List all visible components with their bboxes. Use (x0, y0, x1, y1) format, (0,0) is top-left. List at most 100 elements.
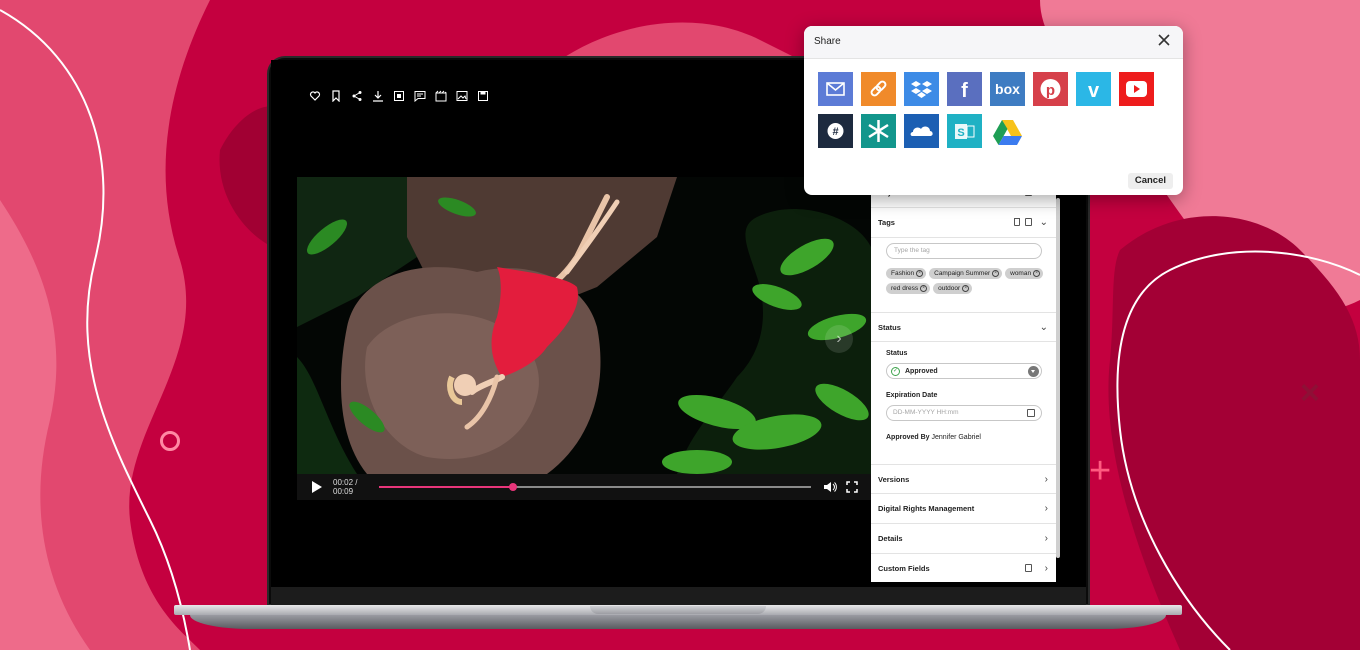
details-section-header[interactable]: Details › (871, 524, 1056, 554)
calendar-icon[interactable] (1027, 409, 1035, 417)
next-asset-button[interactable]: › (825, 325, 853, 353)
chevron-right-icon: › (1044, 474, 1048, 485)
remove-tag-icon[interactable]: × (916, 270, 924, 277)
slack-share-icon[interactable]: # (818, 114, 853, 148)
link-share-icon[interactable] (861, 72, 896, 106)
tag-label: Campaign Summer (934, 270, 991, 277)
approved-by: Approved By Jennifer Gabriel (886, 434, 981, 441)
time-readout: 00:02 / 00:09 (333, 478, 358, 496)
decorative-ring (160, 431, 180, 451)
decorative-x: × (1300, 374, 1320, 412)
chevron-right-icon: › (1044, 503, 1048, 514)
cancel-button[interactable]: Cancel (1127, 173, 1173, 189)
approved-by-value: Jennifer Gabriel (931, 434, 981, 441)
bookmark-icon[interactable] (328, 88, 344, 104)
tag-label: outdoor (938, 285, 961, 292)
custom-fields-title: Custom Fields (878, 564, 930, 573)
save-icon[interactable] (475, 88, 491, 104)
seek-bar[interactable] (379, 483, 811, 491)
tag-chip: red dress × (886, 283, 931, 294)
copy-icon[interactable] (1025, 564, 1032, 572)
tag-chip: Campaign Summer × (929, 268, 1003, 279)
drm-title: Digital Rights Management (878, 504, 975, 513)
drm-section-header[interactable]: Digital Rights Management › (871, 494, 1056, 524)
share-dialog: Share f box p v # S Cancel (804, 26, 1183, 195)
tag-label: red dress (891, 285, 919, 292)
video-clip-icon[interactable] (433, 88, 449, 104)
image-icon[interactable] (454, 88, 470, 104)
asset-toolbar (307, 88, 491, 104)
laptop-notch (590, 606, 766, 614)
tags-section-header[interactable]: Tags ⌄ (871, 208, 1056, 238)
asset-preview-image (297, 177, 871, 474)
expiration-date-input[interactable]: DD-MM-YYYY HH:mm (886, 405, 1042, 421)
svg-text:box: box (995, 81, 1020, 97)
status-select[interactable]: ✓ Approved (886, 363, 1042, 379)
svg-text:f: f (961, 80, 968, 102)
dialog-title: Share (814, 36, 841, 47)
status-section-header[interactable]: Status ⌄ (871, 312, 1056, 342)
expiration-placeholder: DD-MM-YYYY HH:mm (893, 409, 959, 416)
share-icon[interactable] (349, 88, 365, 104)
tag-label: Fashion (891, 270, 915, 277)
sharepoint-share-icon[interactable]: S (947, 114, 982, 148)
svg-text:p: p (1046, 82, 1055, 99)
remove-tag-icon[interactable]: × (962, 285, 970, 292)
dropdown-caret-icon (1028, 365, 1039, 377)
versions-section-header[interactable]: Versions › (871, 464, 1056, 494)
pinterest-share-icon[interactable]: p (1033, 72, 1068, 106)
chevron-right-icon: › (1044, 533, 1048, 544)
close-icon[interactable] (1157, 33, 1171, 47)
tags-section-title: Tags (878, 218, 895, 227)
volume-icon[interactable] (819, 474, 841, 500)
tag-chip: Fashion × (886, 268, 927, 279)
chevron-up-icon[interactable]: ⌄ (1040, 208, 1048, 238)
crop-icon[interactable] (391, 88, 407, 104)
tag-chip: outdoor × (933, 283, 973, 294)
svg-text:v: v (1088, 80, 1100, 102)
google-drive-share-icon[interactable] (990, 114, 1025, 148)
seek-handle[interactable] (508, 483, 517, 491)
svg-text:#: # (832, 126, 838, 138)
youtube-share-icon[interactable] (1119, 72, 1154, 106)
facebook-share-icon[interactable]: f (947, 72, 982, 106)
tag-list: Fashion × Campaign Summer × woman × red dre… (886, 268, 1046, 294)
svg-text:S: S (957, 127, 964, 139)
add-to-collection-icon[interactable] (307, 88, 323, 104)
laptop-bezel (271, 587, 1086, 606)
onedrive-share-icon[interactable] (904, 114, 939, 148)
chevron-right-icon: › (1044, 563, 1048, 574)
tag-chip: woman × (1005, 268, 1044, 279)
status-label: Status (886, 350, 908, 357)
video-controls: 00:02 / 00:09 (297, 474, 871, 500)
share-services: f box p v # S (818, 72, 1168, 148)
status-value: Approved (905, 367, 938, 375)
delete-icon[interactable] (1014, 218, 1020, 226)
remove-tag-icon[interactable]: × (1033, 270, 1041, 277)
dialog-header: Share (804, 26, 1183, 59)
custom-fields-section-header[interactable]: Custom Fields › (871, 554, 1056, 582)
remove-tag-icon[interactable]: × (992, 270, 1000, 277)
check-circle-icon: ✓ (891, 366, 900, 376)
vimeo-share-icon[interactable]: v (1076, 72, 1111, 106)
panel-scrollbar[interactable] (1056, 198, 1060, 558)
play-button[interactable] (307, 474, 329, 500)
download-icon[interactable] (370, 88, 386, 104)
comment-icon[interactable] (412, 88, 428, 104)
versions-title: Versions (878, 475, 910, 484)
integration-share-icon[interactable] (861, 114, 896, 148)
remove-tag-icon[interactable]: × (920, 285, 928, 292)
tag-input[interactable]: Type the tag (886, 243, 1042, 259)
copy-icon[interactable] (1025, 218, 1032, 226)
seek-progress (379, 486, 513, 488)
details-title: Details (878, 534, 903, 543)
status-section-title: Status (878, 323, 901, 332)
chevron-up-icon: ⌄ (1039, 322, 1048, 333)
fullscreen-icon[interactable] (841, 474, 863, 500)
dropbox-share-icon[interactable] (904, 72, 939, 106)
box-share-icon[interactable]: box (990, 72, 1025, 106)
expiration-label: Expiration Date (886, 392, 938, 399)
approved-by-label: Approved By (886, 434, 930, 441)
email-share-icon[interactable] (818, 72, 853, 106)
laptop-base-shadow (190, 615, 1166, 629)
